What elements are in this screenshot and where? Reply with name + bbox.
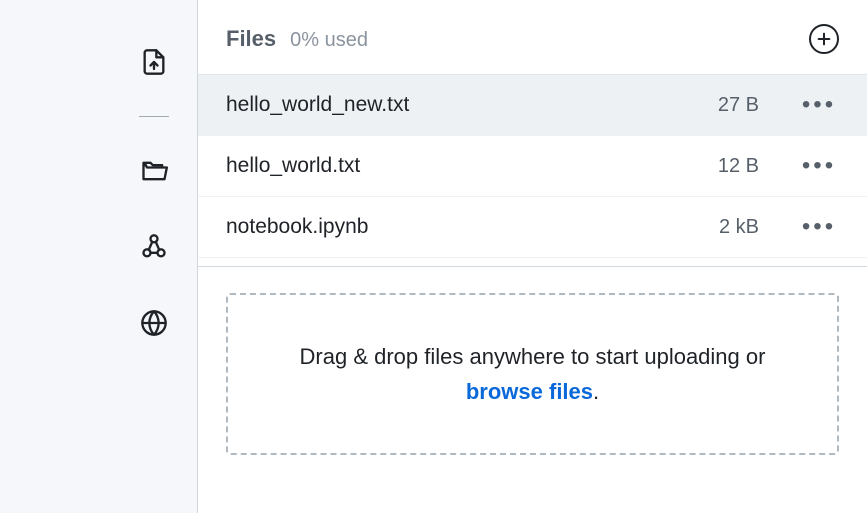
file-row[interactable]: notebook.ipynb 2 kB ••• (198, 197, 867, 258)
file-size: 12 B (679, 155, 759, 178)
browse-files-link[interactable]: browse files (466, 379, 593, 404)
file-name: hello_world_new.txt (226, 93, 679, 117)
more-options-icon[interactable]: ••• (799, 91, 839, 119)
dropzone[interactable]: Drag & drop files anywhere to start uplo… (226, 293, 839, 455)
dropzone-container: Drag & drop files anywhere to start uplo… (198, 267, 867, 475)
file-size: 2 kB (679, 216, 759, 239)
main-panel: Files 0% used hello_world_new.txt 27 B •… (198, 0, 867, 513)
file-row[interactable]: hello_world_new.txt 27 B ••• (198, 75, 867, 136)
panel-title: Files (226, 26, 276, 52)
globe-icon[interactable] (132, 301, 176, 345)
dropzone-text-after: . (593, 379, 599, 404)
left-gutter (0, 0, 110, 513)
file-size: 27 B (679, 94, 759, 117)
more-options-icon[interactable]: ••• (799, 213, 839, 241)
folder-open-icon[interactable] (132, 149, 176, 193)
dropzone-text-before: Drag & drop files anywhere to start uplo… (300, 344, 766, 369)
sidebar (110, 0, 198, 513)
storage-usage: 0% used (290, 29, 368, 52)
files-header: Files 0% used (198, 0, 867, 75)
sidebar-divider (139, 116, 169, 117)
file-name: notebook.ipynb (226, 215, 679, 239)
file-row[interactable]: hello_world.txt 12 B ••• (198, 136, 867, 197)
file-list: hello_world_new.txt 27 B ••• hello_world… (198, 75, 867, 258)
upload-file-icon[interactable] (132, 40, 176, 84)
add-file-button[interactable] (809, 24, 839, 54)
share-nodes-icon[interactable] (132, 225, 176, 269)
more-options-icon[interactable]: ••• (799, 152, 839, 180)
file-name: hello_world.txt (226, 154, 679, 178)
header-left: Files 0% used (226, 26, 368, 52)
